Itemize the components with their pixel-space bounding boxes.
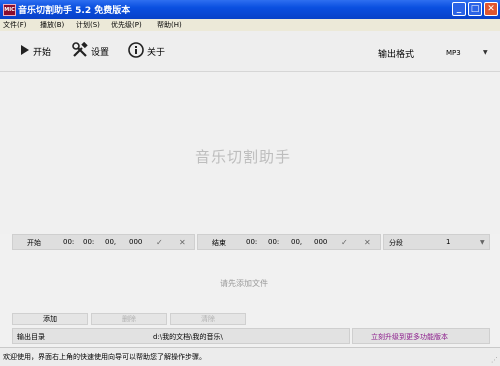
end-time-group: 结束 00: 00: 00, 000 ✓ ✕ — [197, 234, 381, 250]
status-bar: 欢迎使用，界面右上角的快速使用向导可以帮助您了解操作步骤。 ⋰ — [0, 347, 500, 366]
upgrade-group: 立刻升级到更多功能版本 — [352, 328, 490, 344]
start-ms-field[interactable]: 000 — [129, 238, 142, 246]
set-end-icon[interactable]: ✓ — [341, 238, 348, 247]
segment-label: 分段 — [389, 239, 403, 247]
chevron-down-icon[interactable]: ▼ — [480, 239, 485, 246]
start-minute-field[interactable]: 00: — [83, 238, 94, 246]
clear-end-icon[interactable]: ✕ — [364, 238, 371, 247]
set-start-icon[interactable]: ✓ — [156, 238, 163, 247]
end-minute-field[interactable]: 00: — [268, 238, 279, 246]
segment-group: 分段 1 ▼ — [383, 234, 490, 250]
menu-file[interactable]: 文件(F) — [3, 20, 27, 30]
menu-play[interactable]: 播放(B) — [40, 20, 64, 30]
app-icon: MIC — [3, 4, 16, 16]
end-ms-field[interactable]: 000 — [314, 238, 327, 246]
segment-select[interactable]: 1 — [446, 238, 450, 246]
settings-label: 设置 — [91, 47, 110, 58]
maximize-button[interactable]: □ — [468, 2, 482, 16]
start-label: 开始 — [33, 47, 52, 58]
waveform-area[interactable]: 音乐切割助手 — [0, 72, 500, 234]
minimize-button[interactable]: _ — [452, 2, 466, 16]
tools-icon — [72, 41, 88, 61]
chevron-down-icon[interactable]: ▼ — [483, 49, 488, 56]
file-actions-row: 添加 删除 清除 — [12, 313, 490, 326]
end-second-field[interactable]: 00, — [291, 238, 302, 246]
info-icon — [128, 41, 144, 61]
empty-list-hint: 请先添加文件 — [220, 279, 268, 288]
clear-start-icon[interactable]: ✕ — [179, 238, 186, 247]
clear-button[interactable]: 清除 — [170, 313, 246, 325]
menu-help[interactable]: 帮助(H) — [157, 20, 182, 30]
output-directory-path[interactable]: d:\我的文档\我的音乐\ — [153, 332, 223, 342]
toolbar: 开始 设置 关于 输出格式 MP3 ▼ — [0, 31, 500, 72]
title-bar[interactable]: MIC 音乐切割助手 5.2 免费版本 _ □ ✕ — [0, 0, 500, 19]
watermark-title: 音乐切割助手 — [195, 148, 292, 166]
start-second-field[interactable]: 00, — [105, 238, 116, 246]
end-hour-field[interactable]: 00: — [246, 238, 257, 246]
output-directory-label: 输出目录 — [17, 333, 45, 341]
about-label: 关于 — [147, 47, 166, 58]
output-format-select[interactable]: MP3 — [446, 49, 461, 57]
resize-grip-icon[interactable]: ⋰ — [491, 356, 498, 364]
menu-bar: 文件(F) 播放(B) 计划(S) 优先级(P) 帮助(H) — [0, 19, 500, 31]
status-text: 欢迎使用，界面右上角的快速使用向导可以帮助您了解操作步骤。 — [3, 353, 206, 361]
delete-button[interactable]: 删除 — [91, 313, 167, 325]
start-time-group: 开始 00: 00: 00, 000 ✓ ✕ — [12, 234, 195, 250]
window-title: 音乐切割助手 5.2 免费版本 — [18, 6, 131, 16]
output-format-label: 输出格式 — [378, 50, 415, 60]
start-button[interactable]: 开始 — [20, 43, 51, 59]
start-hour-field[interactable]: 00: — [63, 238, 74, 246]
output-row: 输出目录 d:\我的文档\我的音乐\ 立刻升级到更多功能版本 — [12, 328, 490, 344]
menu-priority[interactable]: 优先级(P) — [111, 20, 142, 30]
upgrade-link[interactable]: 立刻升级到更多功能版本 — [371, 332, 448, 342]
settings-button[interactable]: 设置 — [72, 41, 110, 61]
app-window: MIC 音乐切割助手 5.2 免费版本 _ □ ✕ 文件(F) 播放(B) 计划… — [0, 0, 500, 366]
play-icon — [20, 44, 30, 59]
menu-schedule[interactable]: 计划(S) — [76, 20, 100, 30]
about-button[interactable]: 关于 — [128, 41, 166, 61]
output-directory-group: 输出目录 d:\我的文档\我的音乐\ — [12, 328, 350, 344]
add-button[interactable]: 添加 — [12, 313, 88, 325]
start-time-label: 开始 — [27, 239, 41, 247]
end-time-label: 结束 — [212, 239, 226, 247]
time-settings-row: 开始 00: 00: 00, 000 ✓ ✕ 结束 00: 00: 00, 00… — [12, 234, 490, 250]
close-button[interactable]: ✕ — [484, 2, 498, 16]
